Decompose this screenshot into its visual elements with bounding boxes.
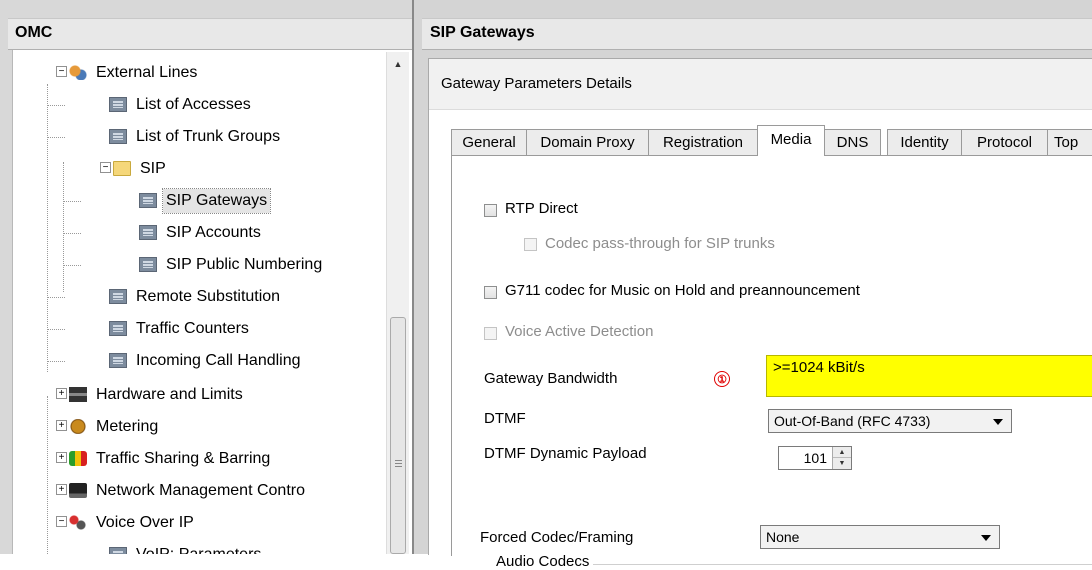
external-lines-icon bbox=[69, 65, 87, 80]
sip-gateways-header: SIP Gateways bbox=[422, 18, 1092, 50]
hardware-icon bbox=[69, 387, 87, 402]
navigation-tree: − External Lines List of Accesses List o… bbox=[12, 50, 413, 554]
tab-media[interactable]: Media bbox=[757, 125, 825, 156]
tree-scrollbar[interactable]: ▲ bbox=[386, 52, 409, 554]
pane-title: SIP Gateways bbox=[430, 24, 535, 41]
table-icon bbox=[109, 129, 127, 144]
traffic-light-icon bbox=[69, 451, 87, 466]
tab-dns[interactable]: DNS bbox=[824, 129, 881, 155]
expand-toggle[interactable]: + bbox=[56, 484, 67, 495]
metering-icon bbox=[69, 419, 87, 434]
voip-icon bbox=[69, 515, 87, 530]
table-icon bbox=[139, 193, 157, 208]
folder-icon bbox=[113, 161, 131, 176]
dtmf-payload-spinner[interactable]: 101 ▲ ▼ bbox=[778, 446, 852, 470]
forced-codec-label: Forced Codec/Framing bbox=[480, 529, 634, 546]
tab-top[interactable]: Top bbox=[1047, 129, 1092, 155]
tab-domain-proxy[interactable]: Domain Proxy bbox=[526, 129, 649, 155]
table-icon bbox=[139, 257, 157, 272]
tab-protocol[interactable]: Protocol bbox=[961, 129, 1048, 155]
dtmf-payload-value: 101 bbox=[803, 450, 827, 466]
table-icon bbox=[109, 353, 127, 368]
table-icon bbox=[139, 225, 157, 240]
chevron-down-icon bbox=[993, 419, 1003, 425]
dialog-title-bar: Gateway Parameters Details bbox=[429, 59, 1092, 110]
codec-passthrough-label: Codec pass-through for SIP trunks bbox=[545, 235, 775, 252]
omc-pane-header: OMC bbox=[8, 18, 412, 50]
codec-passthrough-checkbox[interactable] bbox=[524, 238, 537, 251]
sip-gateways-pane: SIP Gateways Gateway Parameters Details … bbox=[414, 0, 1092, 570]
audio-codecs-group-border bbox=[512, 564, 1092, 565]
dtmf-select-value: Out-Of-Band (RFC 4733) bbox=[774, 413, 931, 429]
dtmf-label: DTMF bbox=[484, 410, 526, 427]
chevron-down-icon bbox=[981, 535, 991, 541]
table-icon bbox=[109, 321, 127, 336]
tab-strip: General Domain Proxy Registration Media … bbox=[451, 125, 1092, 156]
gateway-bandwidth-label: Gateway Bandwidth bbox=[484, 370, 618, 387]
tab-general[interactable]: General bbox=[451, 129, 527, 155]
scroll-up-arrow-icon[interactable]: ▲ bbox=[387, 54, 409, 74]
table-icon bbox=[109, 289, 127, 304]
dtmf-select[interactable]: Out-Of-Band (RFC 4733) bbox=[768, 409, 1012, 433]
omc-pane-title: OMC bbox=[15, 24, 53, 41]
network-icon bbox=[69, 483, 87, 498]
table-icon bbox=[109, 97, 127, 112]
g711-moh-label: G711 codec for Music on Hold and preanno… bbox=[505, 282, 860, 299]
forced-codec-select[interactable]: None bbox=[760, 525, 1000, 549]
collapse-toggle[interactable]: − bbox=[56, 516, 67, 527]
expand-toggle[interactable]: + bbox=[56, 388, 67, 399]
table-icon bbox=[109, 547, 127, 554]
omc-pane: OMC − External Lines List of Accesses Li… bbox=[0, 0, 414, 554]
gateway-bandwidth-field[interactable]: >=1024 kBit/s bbox=[766, 355, 1092, 397]
expand-toggle[interactable]: + bbox=[56, 452, 67, 463]
rtp-direct-checkbox[interactable] bbox=[484, 204, 497, 217]
forced-codec-select-value: None bbox=[766, 529, 800, 545]
tab-identity[interactable]: Identity bbox=[887, 129, 962, 155]
vad-checkbox[interactable] bbox=[484, 327, 497, 340]
tab-registration[interactable]: Registration bbox=[648, 129, 758, 155]
g711-moh-checkbox[interactable] bbox=[484, 286, 497, 299]
spin-down-icon[interactable]: ▼ bbox=[833, 458, 851, 469]
expand-toggle[interactable]: + bbox=[56, 420, 67, 431]
media-tab-content: RTP Direct Codec pass-through for SIP tr… bbox=[451, 156, 1092, 570]
dialog-title: Gateway Parameters Details bbox=[441, 75, 632, 92]
spin-up-icon[interactable]: ▲ bbox=[833, 447, 851, 458]
callout-marker: ① bbox=[714, 371, 730, 387]
collapse-toggle[interactable]: − bbox=[100, 162, 111, 173]
collapse-toggle[interactable]: − bbox=[56, 66, 67, 77]
scrollbar-thumb[interactable] bbox=[390, 317, 406, 554]
gateway-parameters-dialog: Gateway Parameters Details General Domai… bbox=[428, 58, 1092, 570]
rtp-direct-label: RTP Direct bbox=[505, 200, 578, 217]
audio-codecs-group-label: Audio Codecs bbox=[492, 553, 594, 570]
dtmf-payload-label: DTMF Dynamic Payload bbox=[484, 445, 647, 462]
vad-label: Voice Active Detection bbox=[505, 323, 654, 340]
